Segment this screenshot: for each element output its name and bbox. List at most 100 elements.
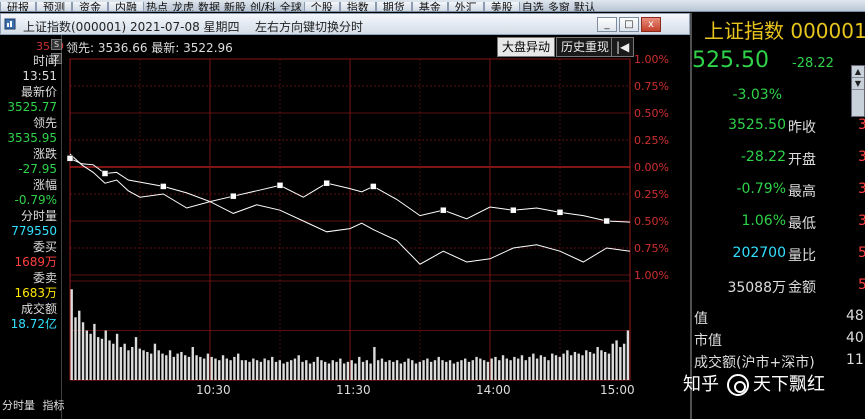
change-value: -27.95 [18,162,57,176]
volume-bar [255,360,259,380]
volume-bar [153,343,157,380]
series-marker [370,183,377,190]
volume-bar [441,360,444,380]
menu-item-1[interactable]: 预测 [36,2,72,11]
amount-value: 18.72亿 [10,317,57,331]
y-tick-label: 1.00% [634,53,669,66]
volume-bar [104,330,107,380]
volume-bar [96,337,100,380]
volume-bar [452,363,456,380]
volume-bar [611,343,614,380]
volume-bar [339,358,342,380]
volume-bar [240,360,244,380]
volume-bar [206,353,210,380]
quote-value-1: -28.22 [740,149,786,165]
side-s-button[interactable]: S [51,39,62,50]
scroll-up-icon[interactable]: ▲ [852,66,864,78]
series-marker [276,182,284,189]
quote-extra-5: 5 [858,277,865,293]
menu-item-12[interactable]: 期货 [375,2,412,11]
volume-bar [626,330,630,380]
menu-item-0[interactable]: 研报 [0,2,36,11]
volume-bar [373,347,376,380]
menu-item-9[interactable]: 全球 [278,2,304,11]
intraday-chart[interactable]: 1.00% 0.75% 0.50% 0.25% 0.00% 0.25% 0.50% 0.75%… [62,35,690,407]
volume-bar [119,347,123,380]
volume-bar [622,343,626,380]
app-window-icon [4,18,16,30]
vol-label: 分时量 [20,209,57,223]
menu-item-14[interactable]: 外汇 [447,2,484,11]
menu-item-10[interactable]: 个股 [303,2,340,11]
series-marker [510,206,517,214]
quote-label-3: 最低 [788,216,816,232]
volume-bar [112,343,115,380]
history-replay-button[interactable]: 历史重现 [556,37,615,57]
quote-label-2: 最高 [788,184,816,200]
volume-bar [108,340,111,380]
menu-item-16[interactable]: 自选 [520,2,546,11]
volume-bar [70,289,73,380]
menu-item-7[interactable]: 新股 [222,2,248,11]
volume-bar [244,360,247,380]
x-tick-label: 15:00 [600,383,635,397]
volume-bar [490,358,493,380]
volume-bar [312,361,316,380]
menu-item-3[interactable]: 内融 [108,2,144,11]
volume-bar [547,360,550,380]
time-label: 时间 [32,54,57,68]
volume-bar [210,356,213,380]
y-tick-label: 0.25% [634,134,669,147]
tab-indicator[interactable]: 指标 [41,397,67,413]
menu-item-18[interactable]: 默认 [572,2,598,11]
panel-scrollbar[interactable]: ▲ ▼ [851,65,865,117]
series-marker [556,209,564,216]
volume-bar [460,360,463,380]
volume-bar [301,361,304,380]
tab-volume[interactable]: 分时量 [0,397,37,413]
quote-value-2: -0.79% [736,181,786,197]
maximize-button[interactable]: □ [619,17,639,32]
volume-bar [218,360,221,380]
chart-info-line: 领先: 3536.66 最新: 3522.96 [66,41,233,55]
volume-bar [475,356,478,380]
menu-item-5[interactable]: 龙虎 [170,2,196,11]
menu-item-15[interactable]: 美股 [483,2,520,11]
volume-bar [505,358,509,380]
close-button[interactable]: x [641,17,661,32]
volume-bar [331,360,334,380]
volume-bar [184,355,187,380]
volume-bar [520,355,524,380]
menu-item-17[interactable]: 多窗 [546,2,572,11]
volume-bar [233,356,236,380]
menu-item-11[interactable]: 指数 [339,2,376,11]
minimize-button[interactable]: _ [597,17,617,32]
ask-value: 1683万 [14,286,57,300]
menu-item-6[interactable]: 数据 [196,2,222,11]
replay-start-icon[interactable]: |◀ [611,37,635,57]
volume-bar [100,338,104,380]
volume-bar [81,322,85,380]
volume-bar [134,337,138,380]
volume-bar [146,351,149,380]
volume-bar [532,353,535,380]
index-pct: -3.03% [732,87,782,103]
menu-item-4[interactable]: 热点 [144,2,170,11]
volume-bar [607,353,611,380]
vol-value: 779550 [11,224,57,238]
volume-bar [289,360,293,380]
scroll-down-icon[interactable]: ▼ [852,78,864,90]
menu-item-13[interactable]: 基金 [411,2,448,11]
volume-bar [335,361,338,380]
volume-bar [479,358,482,380]
lower-label-2: 成交额(沪市+深市) [694,355,815,371]
y-tick-label: 1.00% [634,269,669,282]
quote-extra-1: 3 [858,149,865,165]
volume-bar [596,347,599,380]
market-alert-button[interactable]: 大盘异动 [497,37,556,57]
menu-item-2[interactable]: 资金 [72,2,108,11]
menu-item-8[interactable]: 创/科 [248,2,278,11]
volume-bar [248,361,251,380]
volume-bar [168,350,172,380]
volume-bar [501,355,505,380]
